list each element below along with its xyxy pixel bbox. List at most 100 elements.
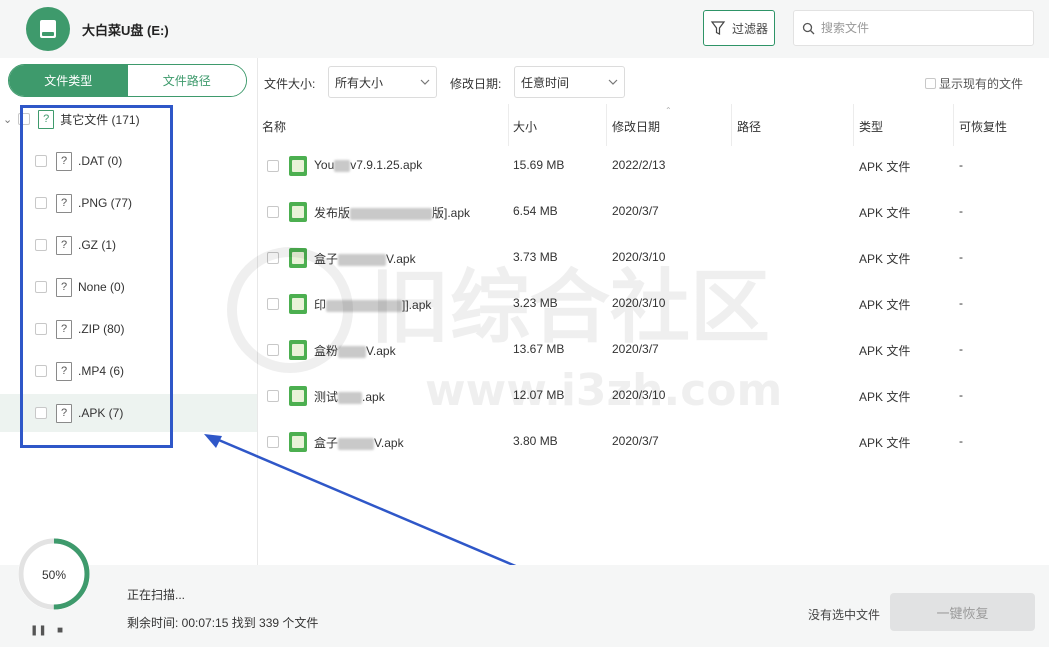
- sidebar-item-label: .DAT (0): [78, 154, 123, 168]
- tree-root-checkbox[interactable]: [18, 113, 31, 125]
- unknown-file-icon: ?: [56, 151, 72, 171]
- unknown-file-icon: ?: [56, 277, 72, 297]
- sidebar-item-mp4[interactable]: ? .MP4 (6): [0, 352, 257, 390]
- view-mode-toggle: 文件类型 文件路径: [8, 64, 247, 97]
- file-size: 3.23 MB: [513, 296, 558, 310]
- sidebar-item-png[interactable]: ? .PNG (77): [0, 184, 257, 222]
- file-size: 12.07 MB: [513, 388, 565, 402]
- tab-file-type[interactable]: 文件类型: [9, 65, 128, 96]
- file-size: 3.73 MB: [513, 250, 558, 264]
- file-type: APK 文件: [859, 160, 911, 174]
- column-header-path[interactable]: 路径: [737, 118, 761, 135]
- tab-file-path[interactable]: 文件路径: [127, 65, 246, 96]
- sidebar-item-label: .ZIP (80): [78, 322, 125, 336]
- unknown-file-icon: ?: [56, 319, 72, 339]
- sidebar-item-apk[interactable]: ? .APK (7): [0, 394, 257, 432]
- column-header-type[interactable]: 类型: [859, 118, 883, 135]
- scan-progress-ring: 50%: [18, 538, 90, 610]
- search-box[interactable]: [793, 10, 1034, 46]
- date-filter-label: 修改日期:: [450, 77, 502, 91]
- checkbox[interactable]: [35, 407, 47, 419]
- scan-status: 正在扫描...: [127, 588, 186, 602]
- checkbox[interactable]: [35, 281, 47, 293]
- sidebar-item-label: .MP4 (6): [78, 364, 125, 378]
- table-row[interactable]: 发布版 版].apk 6.54 MB 2020/3/7 APK 文件 -: [259, 190, 1049, 236]
- sort-asc-icon: ⌃: [665, 106, 672, 115]
- file-size: 15.69 MB: [513, 158, 565, 172]
- file-name: 印]].apk: [314, 298, 432, 312]
- table-row[interactable]: 测试 .apk 12.07 MB 2020/3/10 APK 文件 -: [259, 374, 1049, 420]
- file-recoverable: -: [959, 388, 963, 402]
- row-checkbox[interactable]: [267, 390, 279, 402]
- sidebar-item-label: .APK (7): [78, 406, 124, 420]
- show-existing-toggle[interactable]: 显示现有的文件: [925, 75, 1023, 92]
- chevron-down-icon: [420, 79, 430, 85]
- stop-icon[interactable]: ■: [57, 625, 63, 636]
- filter-icon: [710, 21, 726, 35]
- checkbox[interactable]: [35, 323, 47, 335]
- table-row[interactable]: 印]].apk 3.23 MB 2020/3/10 APK 文件 -: [259, 282, 1049, 328]
- file-type: APK 文件: [859, 436, 911, 450]
- table-row[interactable]: 盒子 V.apk 3.80 MB 2020/3/7 APK 文件 -: [259, 420, 1049, 466]
- file-date: 2020/3/10: [612, 388, 666, 402]
- column-divider: [508, 104, 509, 146]
- unknown-file-icon: ?: [56, 193, 72, 213]
- size-filter-dropdown[interactable]: 所有大小: [328, 66, 437, 98]
- row-checkbox[interactable]: [267, 298, 279, 310]
- filter-button-label: 过滤器: [731, 21, 768, 36]
- row-checkbox[interactable]: [267, 160, 279, 172]
- sidebar-item-label: .GZ (1): [78, 238, 116, 252]
- drive-title: 大白菜U盘 (E:): [82, 23, 169, 38]
- row-checkbox[interactable]: [267, 252, 279, 264]
- table-row[interactable]: You v7.9.1.25.apk 15.69 MB 2022/2/13 APK …: [259, 144, 1049, 190]
- apk-file-icon: [289, 432, 307, 452]
- column-divider: [606, 104, 607, 146]
- column-header-recoverable[interactable]: 可恢复性: [959, 118, 1007, 135]
- file-recoverable: -: [959, 158, 963, 172]
- checkbox[interactable]: [35, 239, 47, 251]
- file-type: APK 文件: [859, 298, 911, 312]
- search-input[interactable]: [821, 21, 1021, 35]
- row-checkbox[interactable]: [267, 436, 279, 448]
- table-header: 名称 大小 修改日期 ⌃ 路径 类型 可恢复性: [259, 104, 1049, 146]
- checkbox[interactable]: [35, 197, 47, 209]
- column-header-name[interactable]: 名称: [262, 118, 286, 135]
- file-type: APK 文件: [859, 206, 911, 220]
- table-row[interactable]: 盒粉 V.apk 13.67 MB 2020/3/7 APK 文件 -: [259, 328, 1049, 374]
- tree-root-other-files[interactable]: ⌄ ? 其它文件 (171): [0, 108, 140, 130]
- row-checkbox[interactable]: [267, 344, 279, 356]
- file-size: 6.54 MB: [513, 204, 558, 218]
- file-type: APK 文件: [859, 344, 911, 358]
- unknown-file-icon: ?: [56, 361, 72, 381]
- date-filter-dropdown[interactable]: 任意时间: [514, 66, 625, 98]
- file-recoverable: -: [959, 250, 963, 264]
- sidebar: 文件类型 文件路径 ⌄ ? 其它文件 (171) ? .DAT (0) ? .P…: [0, 58, 258, 565]
- file-name: You v7.9.1.25.apk: [314, 158, 423, 172]
- column-header-modified[interactable]: 修改日期: [612, 118, 660, 135]
- pause-icon[interactable]: ❚❚: [30, 625, 47, 636]
- file-recoverable: -: [959, 296, 963, 310]
- table-row[interactable]: 盒子 V.apk 3.73 MB 2020/3/10 APK 文件 -: [259, 236, 1049, 282]
- sidebar-item-label: None (0): [78, 280, 125, 294]
- checkbox[interactable]: [35, 365, 47, 377]
- sidebar-item-zip[interactable]: ? .ZIP (80): [0, 310, 257, 348]
- column-header-size[interactable]: 大小: [513, 118, 537, 135]
- chevron-down-icon[interactable]: ⌄: [3, 113, 12, 126]
- scan-remaining: 剩余时间: 00:07:15 找到 339 个文件: [127, 616, 319, 630]
- column-divider: [731, 104, 732, 146]
- row-checkbox[interactable]: [267, 206, 279, 218]
- header-bar: 大白菜U盘 (E:) 过滤器: [0, 0, 1049, 58]
- filter-button[interactable]: 过滤器: [703, 10, 775, 46]
- show-existing-checkbox[interactable]: [925, 78, 936, 89]
- checkbox[interactable]: [35, 155, 47, 167]
- sidebar-item-none[interactable]: ? None (0): [0, 268, 257, 306]
- column-divider: [953, 104, 954, 146]
- sidebar-item-gz[interactable]: ? .GZ (1): [0, 226, 257, 264]
- apk-file-icon: [289, 340, 307, 360]
- apk-file-icon: [289, 386, 307, 406]
- sidebar-item-dat[interactable]: ? .DAT (0): [0, 142, 257, 180]
- file-name: 盒子 V.apk: [314, 436, 404, 450]
- file-recoverable: -: [959, 342, 963, 356]
- recover-button[interactable]: 一键恢复: [890, 593, 1035, 631]
- apk-file-icon: [289, 202, 307, 222]
